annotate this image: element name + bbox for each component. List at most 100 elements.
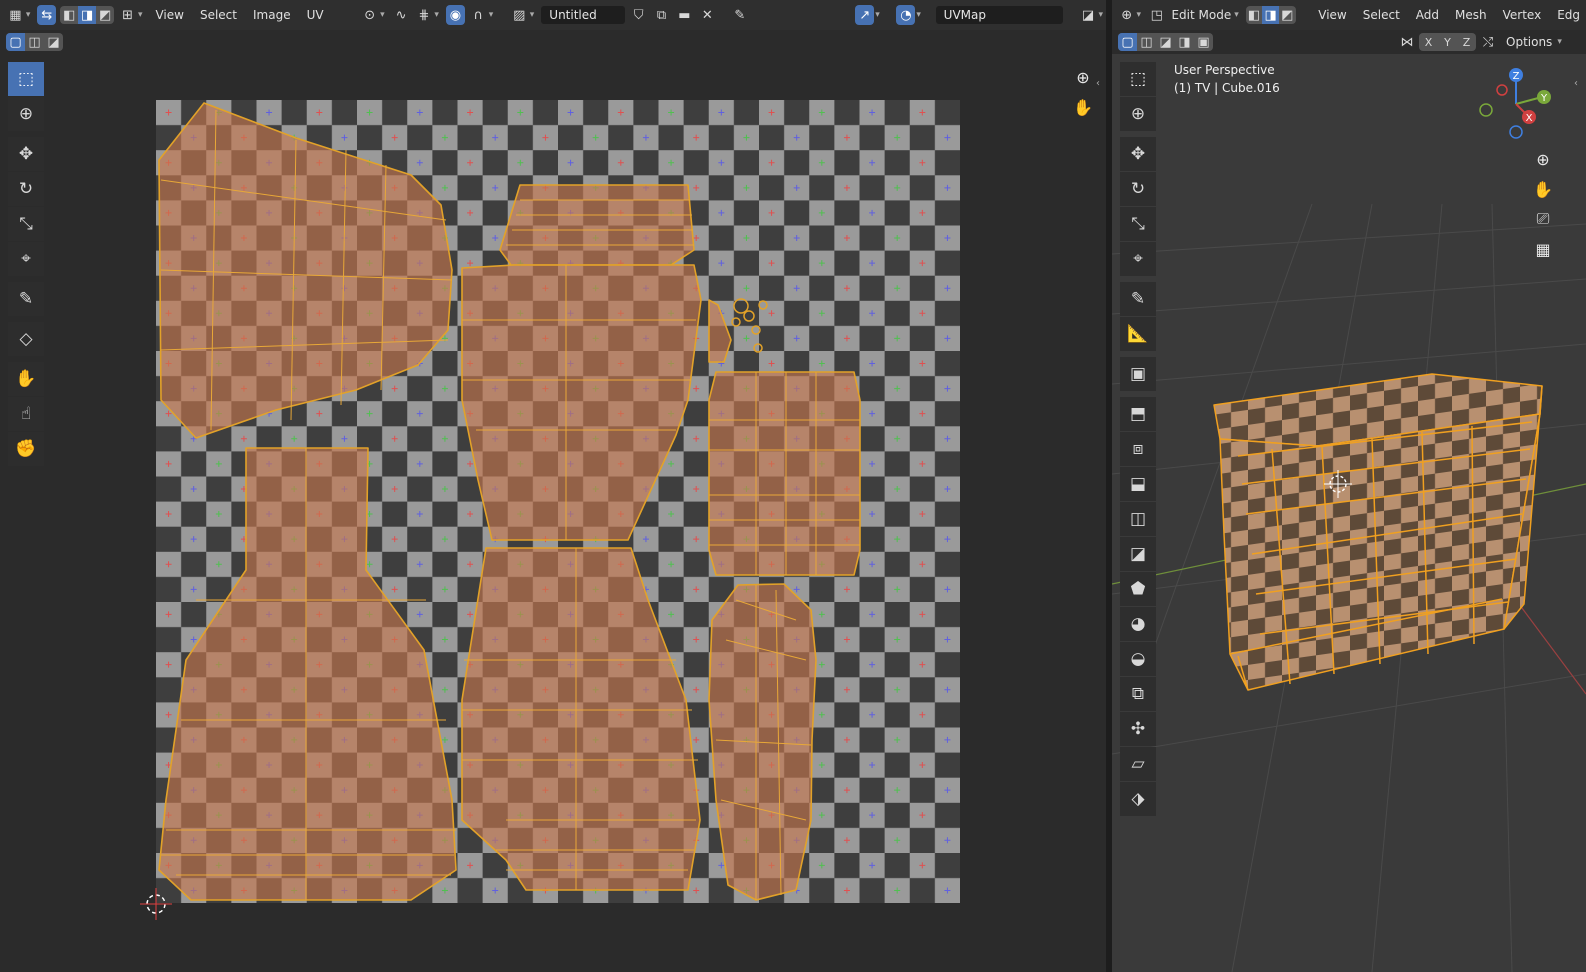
uv-map-field[interactable]: UVMap — [935, 6, 1064, 24]
shrink-fatten-icon[interactable]: ✣ — [1120, 712, 1156, 746]
transform-icon[interactable]: ⌖ — [8, 242, 44, 276]
uv-sync-display-icon[interactable]: ↗ — [855, 5, 875, 25]
editor-type-icon[interactable]: ⊕ — [1118, 5, 1135, 25]
overlays-icon[interactable]: ◔ — [896, 5, 916, 25]
ortho-grid-icon[interactable]: ▦ — [1530, 236, 1556, 262]
image-name-field[interactable]: Untitled — [541, 6, 626, 24]
smooth-icon[interactable]: ◒ — [1120, 642, 1156, 676]
mode-dropdown[interactable]: Edit Mode — [1169, 8, 1233, 22]
snap-target-icon[interactable]: ⋕ — [415, 5, 434, 25]
proportional-edit-icon[interactable]: ◉ — [445, 5, 465, 25]
bevel-icon[interactable]: ⬓ — [1120, 467, 1156, 501]
topology-mirror-icon[interactable]: ⤭ — [1478, 32, 1498, 52]
menu-view[interactable]: View — [149, 8, 189, 22]
annotate-icon[interactable]: ✎ — [8, 282, 44, 316]
knife-icon[interactable]: ◪ — [1120, 537, 1156, 571]
close-image-icon[interactable]: ✕ — [698, 5, 717, 25]
vertex-select-icon[interactable]: ◧ — [60, 6, 78, 24]
chevron-down-icon[interactable]: ▾ — [1557, 37, 1562, 47]
edit-mode-icon[interactable]: ◳ — [1148, 5, 1165, 25]
select-new-icon[interactable]: ▢ — [1118, 33, 1137, 51]
vertex-select-icon[interactable]: ◧ — [1246, 6, 1263, 24]
select-extend-icon[interactable]: ◫ — [1137, 33, 1156, 51]
zoom-icon[interactable]: ⊕ — [1070, 64, 1096, 90]
face-select-icon[interactable]: ◩ — [1279, 6, 1296, 24]
pin-icon[interactable]: ✎ — [730, 5, 749, 25]
rotate-icon[interactable]: ↻ — [1120, 172, 1156, 206]
editor-type-icon[interactable]: ▦ — [6, 5, 25, 25]
measure-icon[interactable]: 📐 — [1120, 317, 1156, 351]
select-subtract-icon[interactable]: ◪ — [44, 33, 63, 51]
chevron-down-icon[interactable]: ▾ — [1234, 10, 1239, 20]
fake-user-shield-icon[interactable]: ⛉ — [629, 5, 648, 25]
scale-icon[interactable]: ⤡ — [1120, 207, 1156, 241]
pan-hand-icon[interactable]: ✋ — [1530, 176, 1556, 202]
grab-icon[interactable]: ✋ — [8, 362, 44, 396]
sync-selection-icon[interactable]: ⇆ — [37, 5, 57, 25]
chevron-down-icon[interactable]: ▾ — [380, 10, 385, 20]
chevron-down-icon[interactable]: ▾ — [916, 10, 921, 20]
menu-mesh[interactable]: Mesh — [1449, 8, 1493, 22]
inset-icon[interactable]: ⧈ — [1120, 432, 1156, 466]
pivot-point-icon[interactable]: ⊙ — [360, 5, 379, 25]
new-image-icon[interactable]: ⧉ — [652, 5, 671, 25]
loop-cut-icon[interactable]: ◫ — [1120, 502, 1156, 536]
annotate-icon[interactable]: ✎ — [1120, 282, 1156, 316]
chevron-down-icon[interactable]: ▾ — [875, 10, 880, 20]
viewport-scene[interactable] — [1112, 54, 1586, 972]
falloff-icon[interactable]: ∩ — [469, 5, 488, 25]
shear-icon[interactable]: ▱ — [1120, 747, 1156, 781]
pan-hand-icon[interactable]: ✋ — [1070, 94, 1096, 120]
chevron-down-icon[interactable]: ▾ — [434, 10, 439, 20]
select-extend-icon[interactable]: ◫ — [25, 33, 44, 51]
mirror-x-toggle[interactable]: X — [1419, 33, 1438, 51]
menu-select[interactable]: Select — [1357, 8, 1406, 22]
transform-icon[interactable]: ⌖ — [1120, 242, 1156, 276]
menu-uv[interactable]: UV — [301, 8, 330, 22]
snap-toggle-icon[interactable]: ∿ — [392, 5, 411, 25]
cursor-icon[interactable]: ⊕ — [8, 97, 44, 131]
move-icon[interactable]: ✥ — [8, 137, 44, 171]
edge-select-icon[interactable]: ◨ — [78, 6, 97, 24]
chevron-down-icon[interactable]: ▾ — [530, 10, 535, 20]
extrude-icon[interactable]: ⬒ — [1120, 397, 1156, 431]
menu-select[interactable]: Select — [194, 8, 243, 22]
sidebar-toggle-icon[interactable]: ‹ — [1574, 78, 1578, 89]
chevron-down-icon[interactable]: ▾ — [1098, 10, 1103, 20]
cursor-icon[interactable]: ⊕ — [1120, 97, 1156, 131]
chevron-down-icon[interactable]: ▾ — [26, 10, 31, 20]
chevron-down-icon[interactable]: ▾ — [138, 10, 143, 20]
menu-view[interactable]: View — [1312, 8, 1352, 22]
move-icon[interactable]: ✥ — [1120, 137, 1156, 171]
display-channels-icon[interactable]: ◪ — [1079, 5, 1098, 25]
relax-icon[interactable]: ☝ — [8, 397, 44, 431]
chevron-down-icon[interactable]: ▾ — [489, 10, 494, 20]
rip-region-icon[interactable]: ◇ — [8, 322, 44, 356]
chevron-down-icon[interactable]: ▾ — [1136, 10, 1141, 20]
mirror-y-toggle[interactable]: Y — [1438, 33, 1457, 51]
image-browse-icon[interactable]: ▨ — [510, 5, 529, 25]
rip-icon[interactable]: ⬗ — [1120, 782, 1156, 816]
pinch-icon[interactable]: ✊ — [8, 432, 44, 466]
camera-view-icon[interactable]: ⎚ — [1530, 206, 1556, 232]
open-image-folder-icon[interactable]: ▬ — [675, 5, 694, 25]
select-intersect-icon[interactable]: ▣ — [1194, 33, 1213, 51]
options-dropdown[interactable]: Options — [1500, 35, 1558, 49]
menu-image[interactable]: Image — [247, 8, 297, 22]
select-box-icon[interactable]: ⬚ — [1120, 62, 1156, 96]
mirror-icon[interactable]: ⋈ — [1397, 32, 1417, 52]
select-new-icon[interactable]: ▢ — [6, 33, 25, 51]
menu-add[interactable]: Add — [1410, 8, 1445, 22]
edge-slide-icon[interactable]: ⧉ — [1120, 677, 1156, 711]
select-invert-icon[interactable]: ◨ — [1175, 33, 1194, 51]
add-cube-icon[interactable]: ▣ — [1120, 357, 1156, 391]
zoom-icon[interactable]: ⊕ — [1530, 146, 1556, 172]
sticky-mode-icon[interactable]: ⊞ — [118, 5, 137, 25]
menu-vertex[interactable]: Vertex — [1497, 8, 1548, 22]
mirror-z-toggle[interactable]: Z — [1457, 33, 1476, 51]
select-subtract-icon[interactable]: ◪ — [1156, 33, 1175, 51]
scale-icon[interactable]: ⤡ — [8, 207, 44, 241]
select-box-icon[interactable]: ⬚ — [8, 62, 44, 96]
navigation-gizmo[interactable]: Z Y X — [1474, 64, 1558, 144]
face-select-icon[interactable]: ◩ — [96, 6, 114, 24]
